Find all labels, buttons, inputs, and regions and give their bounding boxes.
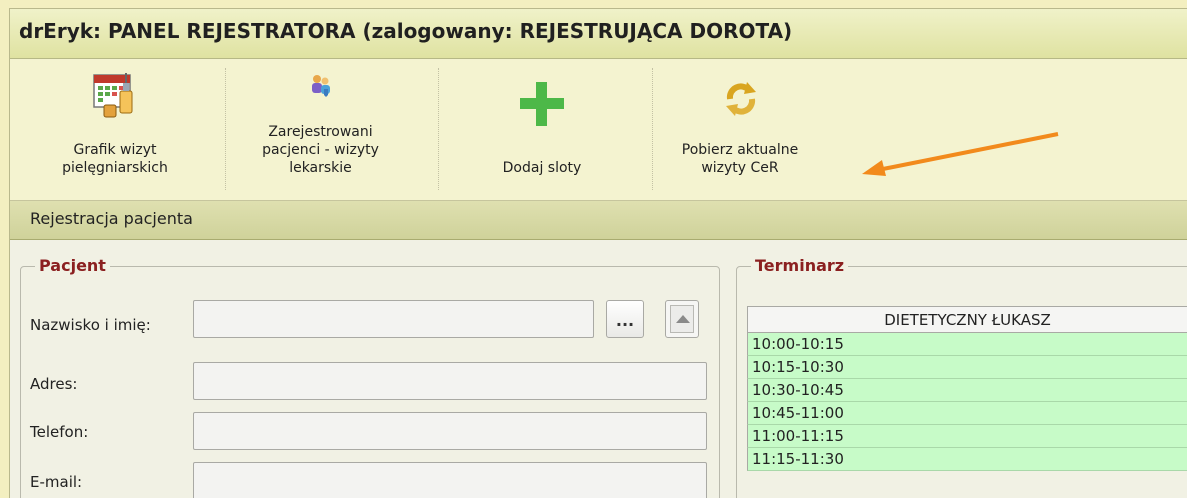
browse-patient-button[interactable]: ... (606, 300, 644, 338)
registered-patients-icon (312, 75, 330, 97)
schedule-slot[interactable]: 10:45-11:00 (747, 402, 1187, 425)
nursing-schedule-button[interactable]: Grafik wizyt pielęgniarskich (40, 59, 190, 200)
schedule-slot[interactable]: 11:00-11:15 (747, 425, 1187, 448)
registered-patients-button[interactable]: Zarejestrowani pacjenci - wizyty lekarsk… (238, 59, 403, 200)
registration-content: Pacjent Nazwisko i imię: ... Adres: Tele… (10, 240, 1187, 498)
title-bar: drEryk: PANEL REJESTRATORA (zalogowany: … (10, 9, 1187, 59)
fetch-cer-visits-button[interactable]: Pobierz aktualne wizyty CeR (665, 59, 815, 200)
schedule-slot[interactable]: 10:15-10:30 (747, 356, 1187, 379)
toolbar: Grafik wizyt pielęgniarskich Zarejestrow… (10, 59, 1187, 201)
schedule-slot[interactable]: 10:00-10:15 (747, 333, 1187, 356)
registered-patients-label-3: lekarskie (289, 160, 352, 176)
add-slots-button[interactable]: Dodaj sloty (472, 59, 612, 200)
name-field[interactable] (193, 300, 594, 338)
collapse-up-button[interactable] (665, 300, 699, 338)
section-title: Rejestracja pacjenta (30, 209, 193, 228)
section-header: Rejestracja pacjenta (10, 201, 1187, 240)
annotation-arrow-icon (862, 132, 1059, 176)
window-title: drEryk: PANEL REJESTRATORA (zalogowany: … (19, 19, 793, 43)
add-slots-label: Dodaj sloty (502, 160, 582, 176)
email-label: E-mail: (30, 473, 83, 491)
address-label: Adres: (30, 375, 78, 393)
schedule-slot[interactable]: 10:30-10:45 (747, 379, 1187, 402)
name-label: Nazwisko i imię: (30, 316, 151, 334)
phone-field[interactable] (193, 412, 707, 450)
plus-icon (520, 82, 564, 126)
refresh-icon (726, 82, 756, 116)
fetch-cer-visits-label-1: Pobierz aktualne (681, 142, 799, 158)
up-arrow-icon (670, 305, 694, 333)
calendar-syringe-icon (93, 73, 133, 118)
schedule-legend: Terminarz (751, 256, 849, 275)
address-field[interactable] (193, 362, 707, 400)
phone-label: Telefon: (30, 423, 89, 441)
toolbar-separator (438, 68, 439, 190)
fetch-cer-visits-label-2: wizyty CeR (701, 160, 779, 176)
nursing-schedule-label-2: pielęgniarskich (62, 160, 168, 176)
toolbar-separator (225, 68, 226, 190)
schedule-column-header: DIETETYCZNY ŁUKASZ (747, 306, 1187, 333)
toolbar-separator (652, 68, 653, 190)
email-field[interactable] (193, 462, 707, 498)
registered-patients-label-1: Zarejestrowani (268, 124, 373, 140)
registered-patients-label-2: pacjenci - wizyty (262, 142, 379, 158)
nursing-schedule-label-1: Grafik wizyt (73, 142, 157, 158)
schedule-slot[interactable]: 11:15-11:30 (747, 448, 1187, 471)
app-window: drEryk: PANEL REJESTRATORA (zalogowany: … (9, 8, 1187, 498)
patient-legend: Pacjent (35, 256, 110, 275)
